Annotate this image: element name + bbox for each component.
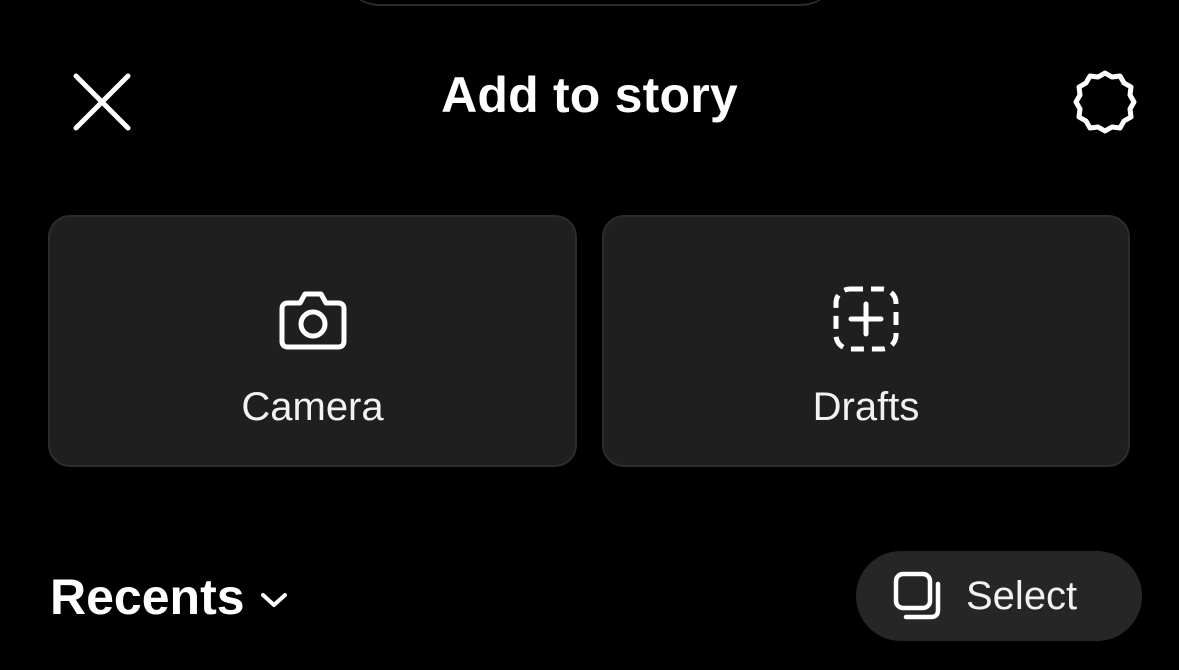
camera-icon: [273, 279, 353, 359]
page-title: Add to story: [441, 67, 738, 123]
camera-card[interactable]: Camera: [48, 215, 577, 467]
select-label: Select: [966, 573, 1078, 618]
gear-icon: [1073, 70, 1137, 134]
album-dropdown[interactable]: Recents: [50, 565, 289, 629]
camera-label: Camera: [241, 385, 384, 429]
multi-select-icon: [892, 570, 944, 622]
dashed-plus-square-icon: [826, 279, 906, 359]
album-label: Recents: [50, 569, 245, 625]
chevron-down-icon: [259, 590, 289, 610]
header: Add to story: [0, 40, 1179, 155]
drafts-card[interactable]: Drafts: [602, 215, 1130, 467]
drafts-label: Drafts: [812, 385, 920, 429]
select-button[interactable]: Select: [856, 551, 1142, 641]
settings-button[interactable]: [1060, 60, 1150, 144]
device-notch: [340, 0, 840, 6]
